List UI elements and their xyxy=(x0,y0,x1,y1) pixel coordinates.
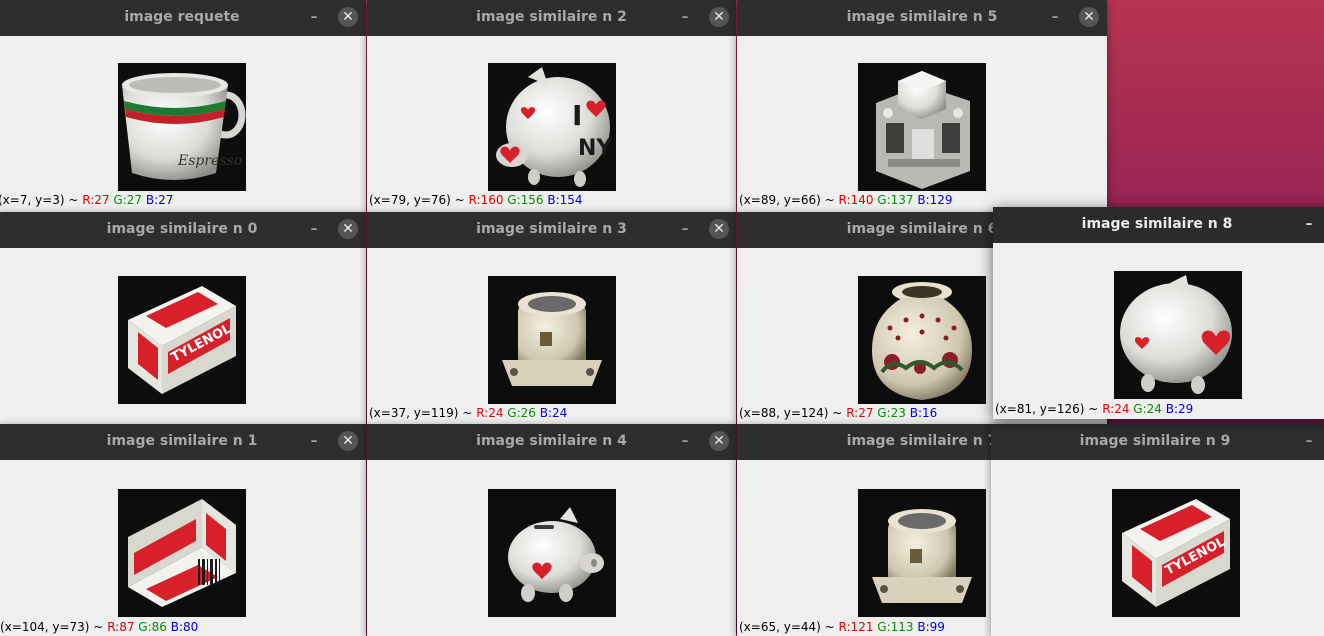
minimize-button[interactable]: – xyxy=(1301,432,1317,450)
titlebar[interactable]: image requete – ✕ xyxy=(0,0,366,36)
window-image-similaire-4[interactable]: image similaire n 4 – ✕ xyxy=(367,424,736,636)
lamp-socket-image xyxy=(488,276,616,404)
pixel-coords: (x=104, y=73) ~ xyxy=(0,620,104,634)
minimize-button[interactable]: – xyxy=(1301,215,1317,233)
tylenol-box-image: TYLENOL xyxy=(118,276,246,404)
pixel-g: G:137 xyxy=(877,193,914,207)
minimize-button[interactable]: – xyxy=(677,220,693,238)
piggy-bank-image: I NY xyxy=(488,63,616,191)
pixel-r: R:27 xyxy=(846,406,874,420)
close-button[interactable]: ✕ xyxy=(338,431,358,451)
close-button[interactable]: ✕ xyxy=(338,7,358,27)
pixel-status: (x=37, y=119) ~ R:24 G:26 B:24 xyxy=(369,406,567,421)
pixel-r: R:121 xyxy=(838,620,874,634)
pixel-b: B:29 xyxy=(1165,402,1194,416)
window-image-similaire-9[interactable]: image similaire n 9 – TYLENOL xyxy=(991,424,1324,636)
minimize-button[interactable]: – xyxy=(306,432,322,450)
pixel-g: G:26 xyxy=(507,406,536,420)
pixel-coords: (x=79, y=76) ~ xyxy=(369,193,465,207)
pixel-r: R:27 xyxy=(82,193,110,207)
pixel-status: (x=79, y=76) ~ R:160 G:156 B:154 xyxy=(369,193,583,208)
pixel-coords: (x=7, y=3) ~ xyxy=(0,193,79,207)
window-image-similaire-5[interactable]: image similaire n 5 – ✕ (x=89, y=66) ~ R… xyxy=(737,0,1107,212)
piggy-bank-image xyxy=(488,489,616,617)
pixel-coords: (x=65, y=44) ~ xyxy=(739,620,835,634)
window-title: image similaire n 8 xyxy=(1081,216,1233,232)
window-image-similaire-8[interactable]: image similaire n 8 – (x=81, y=126) ~ R:… xyxy=(993,207,1324,419)
pixel-g: G:156 xyxy=(507,193,544,207)
pixel-g: G:27 xyxy=(113,193,143,207)
vase-image xyxy=(858,276,986,404)
pixel-b: B:24 xyxy=(539,406,568,420)
pixel-r: R:87 xyxy=(107,620,135,634)
close-button[interactable]: ✕ xyxy=(709,431,729,451)
pixel-r: R:24 xyxy=(476,406,504,420)
titlebar[interactable]: image similaire n 0 – ✕ xyxy=(0,212,366,248)
minimize-button[interactable]: – xyxy=(677,8,693,26)
minimize-button[interactable]: – xyxy=(1047,8,1063,26)
cup-text: Espresso xyxy=(177,153,242,169)
pixel-coords: (x=88, y=124) ~ xyxy=(739,406,843,420)
ceramic-object-image xyxy=(858,63,986,191)
minimize-button[interactable]: – xyxy=(306,220,322,238)
window-image-similaire-3[interactable]: image similaire n 3 – ✕ (x=37, y=119) ~ … xyxy=(367,212,736,424)
pixel-coords: (x=81, y=126) ~ xyxy=(995,402,1099,416)
pixel-b: B:80 xyxy=(170,620,199,634)
window-image-similaire-2[interactable]: image similaire n 2 – ✕ I NY (x=79, y=76… xyxy=(367,0,736,212)
titlebar[interactable]: image similaire n 4 – ✕ xyxy=(367,424,736,460)
minimize-button[interactable]: – xyxy=(677,432,693,450)
titlebar[interactable]: image similaire n 1 – ✕ xyxy=(0,424,366,460)
pixel-g: G:24 xyxy=(1133,402,1162,416)
titlebar[interactable]: image similaire n 2 – ✕ xyxy=(367,0,736,36)
piggy-bank-image xyxy=(1114,271,1242,399)
pixel-status: (x=81, y=126) ~ R:24 G:24 B:29 xyxy=(995,402,1193,417)
pixel-status: (x=88, y=124) ~ R:27 G:23 B:16 xyxy=(739,406,937,421)
svg-text:NY: NY xyxy=(578,136,613,161)
minimize-button[interactable]: – xyxy=(306,8,322,26)
titlebar[interactable]: image similaire n 9 – xyxy=(991,424,1324,460)
pixel-b: B:27 xyxy=(145,193,174,207)
window-image-similaire-0[interactable]: image similaire n 0 – ✕ TYLENOL xyxy=(0,212,366,424)
pixel-g: G:113 xyxy=(877,620,914,634)
pixel-coords: (x=89, y=66) ~ xyxy=(739,193,835,207)
pixel-b: B:16 xyxy=(909,406,938,420)
pixel-coords: (x=37, y=119) ~ xyxy=(369,406,473,420)
close-button[interactable]: ✕ xyxy=(709,219,729,239)
window-title: image similaire n 9 xyxy=(1079,433,1231,449)
pixel-r: R:24 xyxy=(1102,402,1130,416)
pixel-b: B:154 xyxy=(547,193,583,207)
titlebar[interactable]: image similaire n 3 – ✕ xyxy=(367,212,736,248)
pixel-b: B:129 xyxy=(917,193,953,207)
pixel-status: (x=104, y=73) ~ R:87 G:86 B:80 xyxy=(0,620,198,635)
pixel-status: (x=89, y=66) ~ R:140 G:137 B:129 xyxy=(739,193,953,208)
pixel-b: B:99 xyxy=(917,620,945,634)
svg-text:I: I xyxy=(572,99,582,132)
titlebar[interactable]: image similaire n 5 – ✕ xyxy=(737,0,1107,36)
pixel-r: R:140 xyxy=(838,193,874,207)
window-image-similaire-1[interactable]: image similaire n 1 – ✕ (x=104, y=73) ~ … xyxy=(0,424,366,636)
pixel-status: (x=65, y=44) ~ R:121 G:113 B:99 xyxy=(739,620,945,635)
close-button[interactable]: ✕ xyxy=(1079,7,1099,27)
pixel-g: G:23 xyxy=(877,406,906,420)
tylenol-box-image: TYLENOL xyxy=(1112,489,1240,617)
pixel-g: G:86 xyxy=(138,620,167,634)
tylenol-box-image xyxy=(118,489,246,617)
cup-image: Espresso xyxy=(118,63,246,191)
pixel-status: (x=7, y=3) ~ R:27 G:27 B:27 xyxy=(0,193,173,208)
close-button[interactable]: ✕ xyxy=(338,219,358,239)
pixel-r: R:160 xyxy=(468,193,504,207)
lamp-socket-image xyxy=(858,489,986,617)
titlebar[interactable]: image similaire n 8 – xyxy=(993,207,1324,243)
window-image-requete[interactable]: image requete – ✕ Espresso (x=7, y=3) ~ … xyxy=(0,0,366,212)
close-button[interactable]: ✕ xyxy=(709,7,729,27)
